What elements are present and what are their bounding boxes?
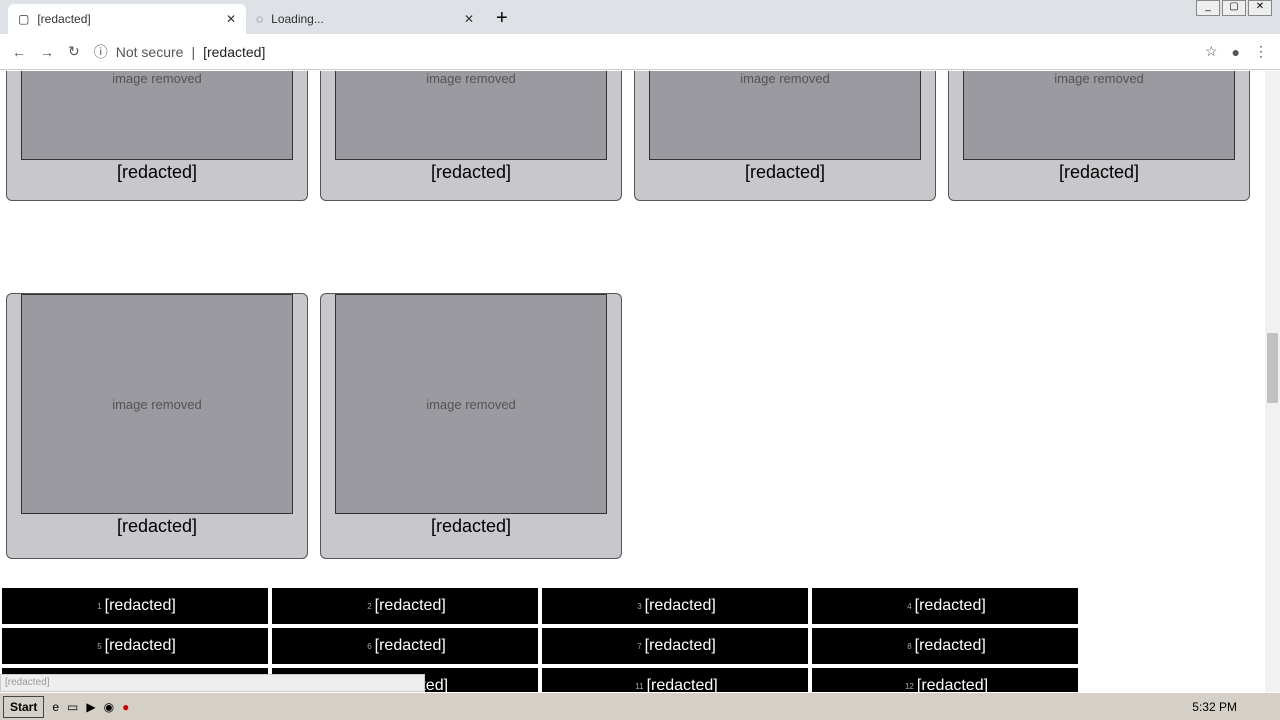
link-label[interactable]: [redacted] [645, 597, 716, 615]
thumbnail-placeholder[interactable]: image removed [963, 71, 1235, 160]
link-number: 5 [97, 641, 102, 651]
thumbnail-placeholder[interactable]: image removed [21, 294, 293, 514]
link-number: 11 [635, 681, 644, 691]
thumbnail-placeholder[interactable]: image removed [335, 71, 607, 160]
minimize-button[interactable]: _ [1196, 0, 1220, 16]
link-item[interactable]: 6 [redacted] [272, 628, 538, 664]
gallery-card[interactable]: image removed [redacted] [634, 71, 936, 201]
link-number: 3 [637, 601, 642, 611]
back-icon[interactable]: ← [12, 44, 26, 60]
close-window-button[interactable]: ✕ [1248, 0, 1272, 16]
taskbar: Start e ▭ ▶ ◉ ● 5:32 PM [0, 692, 1280, 720]
link-item[interactable]: 5 [redacted] [2, 628, 268, 664]
reload-icon[interactable]: ↻ [68, 43, 80, 60]
card-label[interactable]: [redacted] [321, 516, 621, 537]
link-item[interactable]: 2 [redacted] [272, 588, 538, 624]
tab-title: [redacted] [37, 12, 91, 26]
scrollbar[interactable] [1265, 71, 1280, 692]
link-item[interactable]: 4 [redacted] [812, 588, 1078, 624]
link-label[interactable]: [redacted] [915, 597, 986, 615]
link-item[interactable]: 1 [redacted] [2, 588, 268, 624]
media-icon[interactable]: ▶ [86, 700, 95, 714]
link-label[interactable]: [redacted] [915, 637, 986, 655]
scrollbar-thumb[interactable] [1267, 333, 1278, 403]
security-label: Not secure [115, 43, 184, 60]
page-content: image removed [redacted] image removed [re… [0, 71, 1265, 692]
card-label[interactable]: [redacted] [635, 162, 935, 183]
window-controls: _ ▢ ✕ [1196, 0, 1272, 16]
clock: 5:32 PM [1192, 699, 1237, 714]
link-number: 6 [367, 641, 372, 651]
card-label[interactable]: [redacted] [7, 516, 307, 537]
link-number: 12 [904, 681, 914, 691]
info-icon: ⓘ [93, 43, 108, 60]
card-label[interactable]: [redacted] [321, 162, 621, 183]
ie-icon[interactable]: e [52, 700, 59, 714]
link-label[interactable]: [redacted] [375, 597, 446, 615]
close-icon[interactable]: ✕ [226, 12, 236, 26]
thumbnail-placeholder[interactable]: image removed [649, 71, 921, 160]
link-label[interactable]: [redacted] [375, 637, 446, 655]
link-number: 1 [97, 601, 102, 611]
card-label[interactable]: [redacted] [949, 162, 1249, 183]
link-item[interactable]: 11 [redacted] [542, 668, 808, 692]
thumbnail-placeholder[interactable]: image removed [335, 294, 607, 514]
thumbnail-placeholder[interactable]: image removed [21, 71, 293, 160]
menu-icon[interactable]: ⋮ [1254, 43, 1268, 60]
link-item[interactable]: 8 [redacted] [812, 628, 1078, 664]
address-bar[interactable]: ⓘ Not secure | [redacted] [94, 42, 1191, 62]
account-icon[interactable]: ● [1232, 44, 1240, 60]
spinner-icon: ◌ [256, 12, 264, 26]
gallery-card[interactable]: image removed [redacted] [948, 71, 1250, 201]
gallery-card[interactable]: image removed [redacted] [6, 293, 308, 559]
forward-icon[interactable]: → [40, 44, 54, 60]
url-text[interactable]: [redacted] [203, 44, 265, 60]
star-icon[interactable]: ☆ [1205, 43, 1218, 60]
link-item[interactable]: 12 [redacted] [812, 668, 1078, 692]
page-icon: ▢ [18, 12, 30, 26]
link-label[interactable]: [redacted] [105, 597, 176, 615]
opera-icon[interactable]: ● [122, 700, 129, 714]
maximize-button[interactable]: ▢ [1222, 0, 1246, 16]
gallery-card[interactable]: image removed [redacted] [6, 71, 308, 201]
link-label[interactable]: [redacted] [105, 637, 176, 655]
status-bubble: [redacted] [0, 674, 425, 692]
link-number: 7 [637, 641, 642, 651]
folder-icon[interactable]: ▭ [67, 700, 78, 714]
link-label[interactable]: [redacted] [647, 677, 718, 692]
tab-active[interactable]: ▢ [redacted] ✕ [8, 4, 246, 34]
toolbar: ← → ↻ ⓘ Not secure | [redacted] ☆ ● ⋮ [0, 34, 1280, 70]
tab-loading[interactable]: ◌ Loading... ✕ [246, 4, 484, 34]
close-icon[interactable]: ✕ [464, 12, 474, 26]
link-number: 8 [907, 641, 912, 651]
link-label[interactable]: [redacted] [645, 637, 716, 655]
gallery-card[interactable]: image removed [redacted] [320, 71, 622, 201]
tab-strip: ▢ [redacted] ✕ ◌ Loading... ✕ + _ ▢ ✕ [0, 0, 1280, 34]
link-label[interactable]: [redacted] [917, 677, 988, 692]
card-label[interactable]: [redacted] [7, 162, 307, 183]
start-button[interactable]: Start [3, 695, 45, 718]
new-tab-button[interactable]: + [496, 7, 508, 30]
gallery-card[interactable]: image removed [redacted] [320, 293, 622, 559]
link-item[interactable]: 3 [redacted] [542, 588, 808, 624]
tab-title: Loading... [271, 12, 324, 26]
chrome-icon[interactable]: ◉ [104, 700, 114, 714]
link-item[interactable]: 7 [redacted] [542, 628, 808, 664]
link-number: 4 [907, 601, 912, 611]
link-number: 2 [367, 601, 372, 611]
